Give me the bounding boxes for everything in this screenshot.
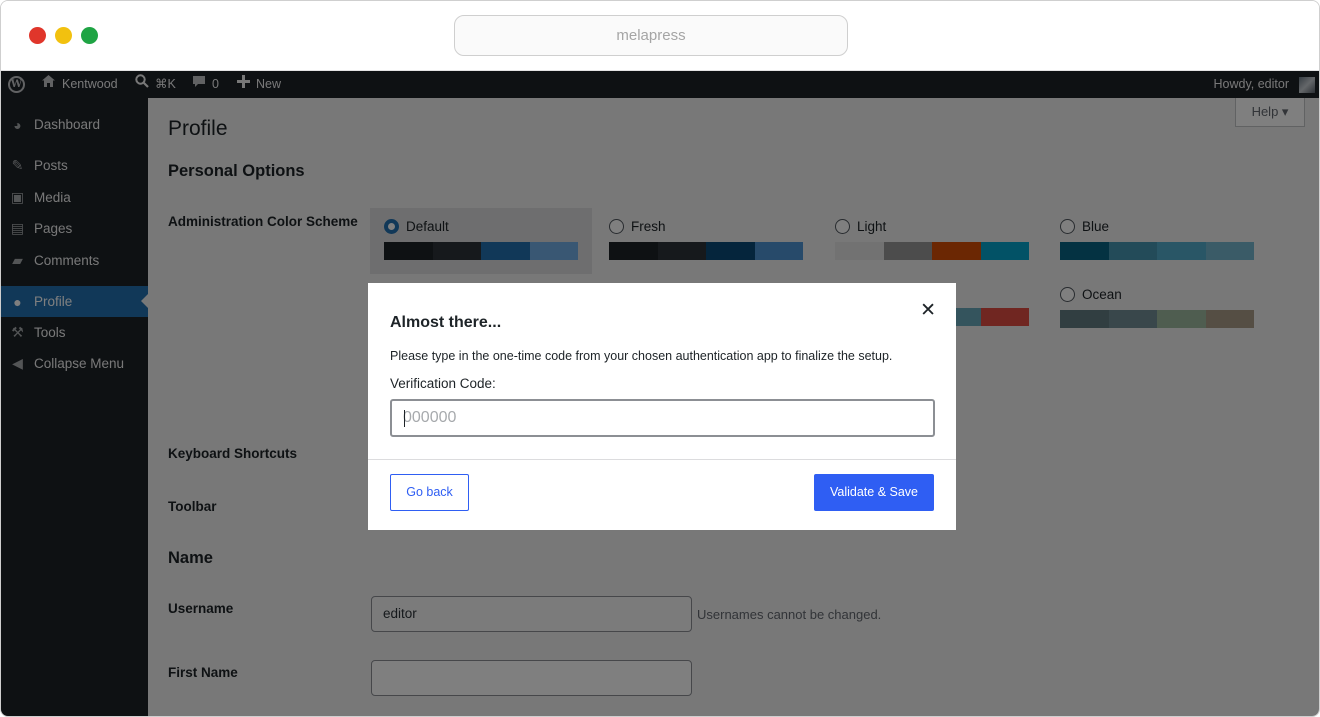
modal-title: Almost there... [390, 314, 502, 331]
verification-code-input[interactable]: 000000 [390, 399, 935, 437]
go-back-button[interactable]: Go back [390, 474, 469, 511]
modal-description: Please type in the one-time code from yo… [390, 349, 893, 363]
minimize-window-button[interactable] [55, 27, 72, 44]
browser-window: melapress W Kentwood ⌘K 0 [0, 0, 1320, 717]
close-window-button[interactable] [29, 27, 46, 44]
browser-chrome: melapress [1, 1, 1319, 71]
close-icon[interactable]: ✕ [920, 299, 936, 322]
verification-code-label: Verification Code: [390, 376, 496, 391]
maximize-window-button[interactable] [81, 27, 98, 44]
modal-divider [368, 459, 956, 460]
verification-modal: ✕ Almost there... Please type in the one… [368, 283, 956, 530]
address-bar[interactable]: melapress [454, 15, 848, 56]
validate-save-button[interactable]: Validate & Save [814, 474, 934, 511]
